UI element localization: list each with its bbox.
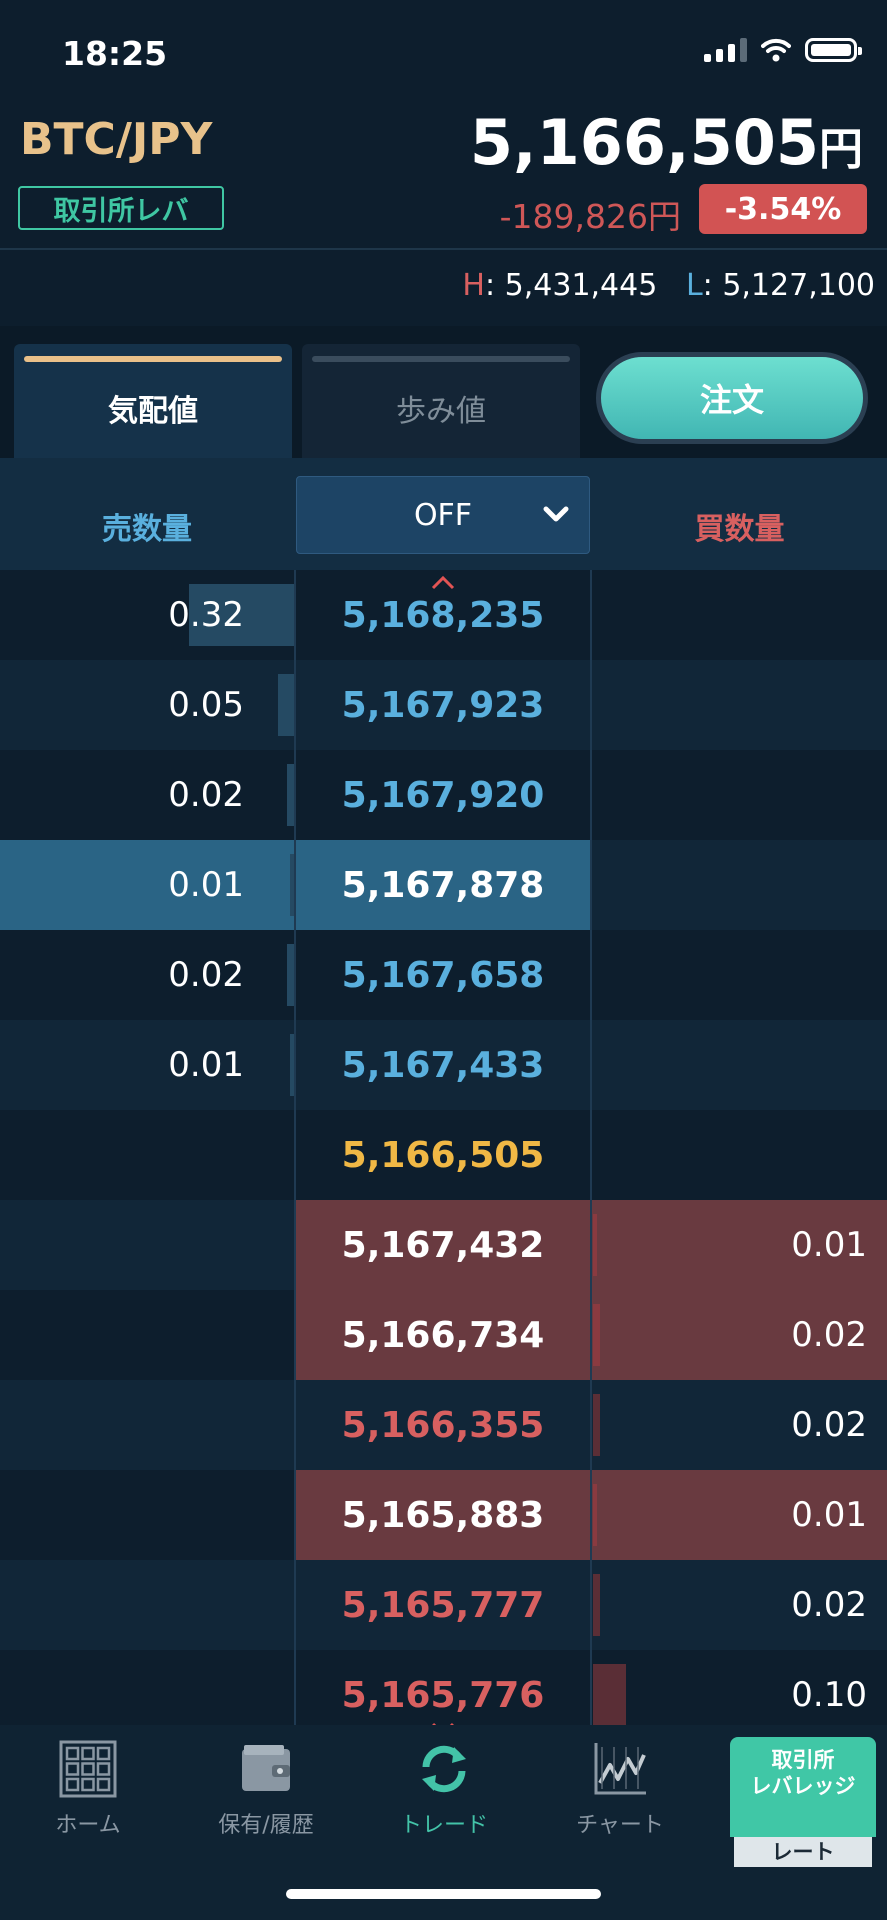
low-value: 5,127,100	[722, 268, 875, 303]
orderbook-row[interactable]: 5,165,883 0.01	[0, 1470, 887, 1560]
grouping-select[interactable]: OFF	[296, 476, 590, 554]
orderbook-row[interactable]: 0.01 5,167,433	[0, 1020, 887, 1110]
ask-qty: 0.01	[168, 865, 244, 905]
orderbook-row[interactable]: 5,166,734 0.02	[0, 1290, 887, 1380]
grid-icon	[59, 1740, 117, 1798]
price-cell[interactable]: 5,167,658	[296, 930, 590, 1020]
leverage-rate-button[interactable]: 取引所 レバレッジ レート	[730, 1737, 876, 1867]
chart-line-icon	[594, 1743, 646, 1795]
column-divider	[294, 570, 296, 1725]
tab-quotes[interactable]: 気配値	[14, 344, 292, 458]
ask-qty: 0.02	[168, 955, 244, 995]
bid-qty: 0.01	[791, 1495, 867, 1535]
low-label: L	[685, 268, 703, 303]
nav-home[interactable]: ホーム	[8, 1739, 168, 1839]
nav-label: トレード	[399, 1813, 488, 1838]
battery-icon	[805, 38, 862, 62]
orderbook-row[interactable]: 0.32 5,168,235	[0, 570, 887, 660]
price-cell[interactable]: 5,165,777	[296, 1560, 590, 1650]
tab-label: 気配値	[108, 394, 198, 429]
nav-trade[interactable]: トレード	[364, 1739, 524, 1839]
status-time: 18:25	[62, 34, 168, 73]
order-book: 0.32 5,168,235 0.05 5,167,923 0.02 5,167,920 0…	[0, 570, 887, 1725]
bid-qty: 0.02	[791, 1405, 867, 1445]
price-cell[interactable]: 5,167,920	[296, 750, 590, 840]
nav-chart[interactable]: チャート	[540, 1739, 700, 1839]
bid-qty: 0.01	[791, 1225, 867, 1265]
scroll-up-icon[interactable]	[431, 576, 455, 590]
divider	[0, 248, 887, 250]
rate-line-1: 取引所	[771, 1748, 835, 1772]
column-divider	[590, 570, 592, 1725]
ask-qty: 0.05	[168, 685, 244, 725]
currency-pair[interactable]: BTC/JPY	[20, 114, 212, 165]
ask-qty: 0.01	[168, 1045, 244, 1085]
rate-line-3: レート	[734, 1837, 872, 1867]
orderbook-header: 売数量 OFF 買数量	[0, 458, 887, 570]
orderbook-row[interactable]: 5,167,432 0.01	[0, 1200, 887, 1290]
status-icons	[704, 38, 862, 62]
price-change-pct: -3.54%	[699, 184, 867, 234]
status-bar: 18:25	[0, 0, 887, 100]
current-price-value: 5,166,505	[469, 106, 819, 179]
current-price: 5,166,505円	[470, 106, 863, 179]
bid-qty: 0.02	[791, 1585, 867, 1625]
order-button[interactable]: 注文	[596, 352, 868, 444]
orderbook-row[interactable]: 5,165,776 0.10	[0, 1650, 887, 1725]
orderbook-row[interactable]: 0.05 5,167,923	[0, 660, 887, 750]
last-price: 5,166,505	[341, 1134, 545, 1176]
nav-label: ホーム	[55, 1813, 121, 1838]
tab-trades[interactable]: 歩み値	[302, 344, 580, 458]
price-unit: 円	[819, 124, 863, 175]
home-indicator[interactable]	[286, 1889, 601, 1899]
nav-label: 保有/履歴	[218, 1813, 314, 1838]
price-cell[interactable]: 5,165,883	[296, 1470, 590, 1560]
price-cell[interactable]: 5,166,355	[296, 1380, 590, 1470]
bid-qty: 0.10	[791, 1675, 867, 1715]
ask-qty: 0.02	[168, 775, 244, 815]
high-value: 5,431,445	[504, 268, 658, 303]
rate-line-2: レバレッジ	[750, 1774, 856, 1798]
bid-qty: 0.02	[791, 1315, 867, 1355]
high-label: H	[462, 268, 485, 303]
price-cell[interactable]: 5,167,923	[296, 660, 590, 750]
market-badge: 取引所レバ	[18, 186, 224, 230]
signal-icon	[704, 38, 747, 62]
nav-label: チャート	[576, 1813, 664, 1838]
grouping-value: OFF	[413, 497, 473, 533]
nav-holdings[interactable]: 保有/履歴	[186, 1739, 346, 1839]
buy-qty-header: 買数量	[694, 512, 785, 547]
tab-indicator	[24, 356, 282, 362]
tab-label: 歩み値	[396, 394, 486, 429]
orderbook-row[interactable]: 5,165,777 0.02	[0, 1560, 887, 1650]
orderbook-row[interactable]: 5,166,355 0.02	[0, 1380, 887, 1470]
orderbook-row[interactable]: 0.02 5,167,658	[0, 930, 887, 1020]
tab-indicator	[312, 356, 570, 362]
orderbook-row[interactable]: 0.02 5,167,920	[0, 750, 887, 840]
price-change: -189,826円	[499, 197, 681, 236]
high-low: H: 5,431,445 L: 5,127,100	[462, 268, 875, 303]
orderbook-row[interactable]: 0.01 5,167,878	[0, 840, 887, 930]
price-cell[interactable]: 5,167,878	[296, 840, 590, 930]
sell-qty-header: 売数量	[102, 512, 192, 547]
orderbook-row[interactable]: 5,166,505	[0, 1110, 887, 1200]
price-cell[interactable]: 5,167,433	[296, 1020, 590, 1110]
ask-qty: 0.32	[168, 595, 244, 635]
price-cell[interactable]: 5,166,734	[296, 1290, 590, 1380]
price-cell[interactable]: 5,165,776	[296, 1650, 590, 1725]
wifi-icon	[761, 38, 791, 62]
chevron-down-icon	[543, 506, 569, 522]
price-cell[interactable]: 5,167,432	[296, 1200, 590, 1290]
refresh-icon	[422, 1745, 466, 1793]
wallet-icon	[242, 1745, 290, 1791]
